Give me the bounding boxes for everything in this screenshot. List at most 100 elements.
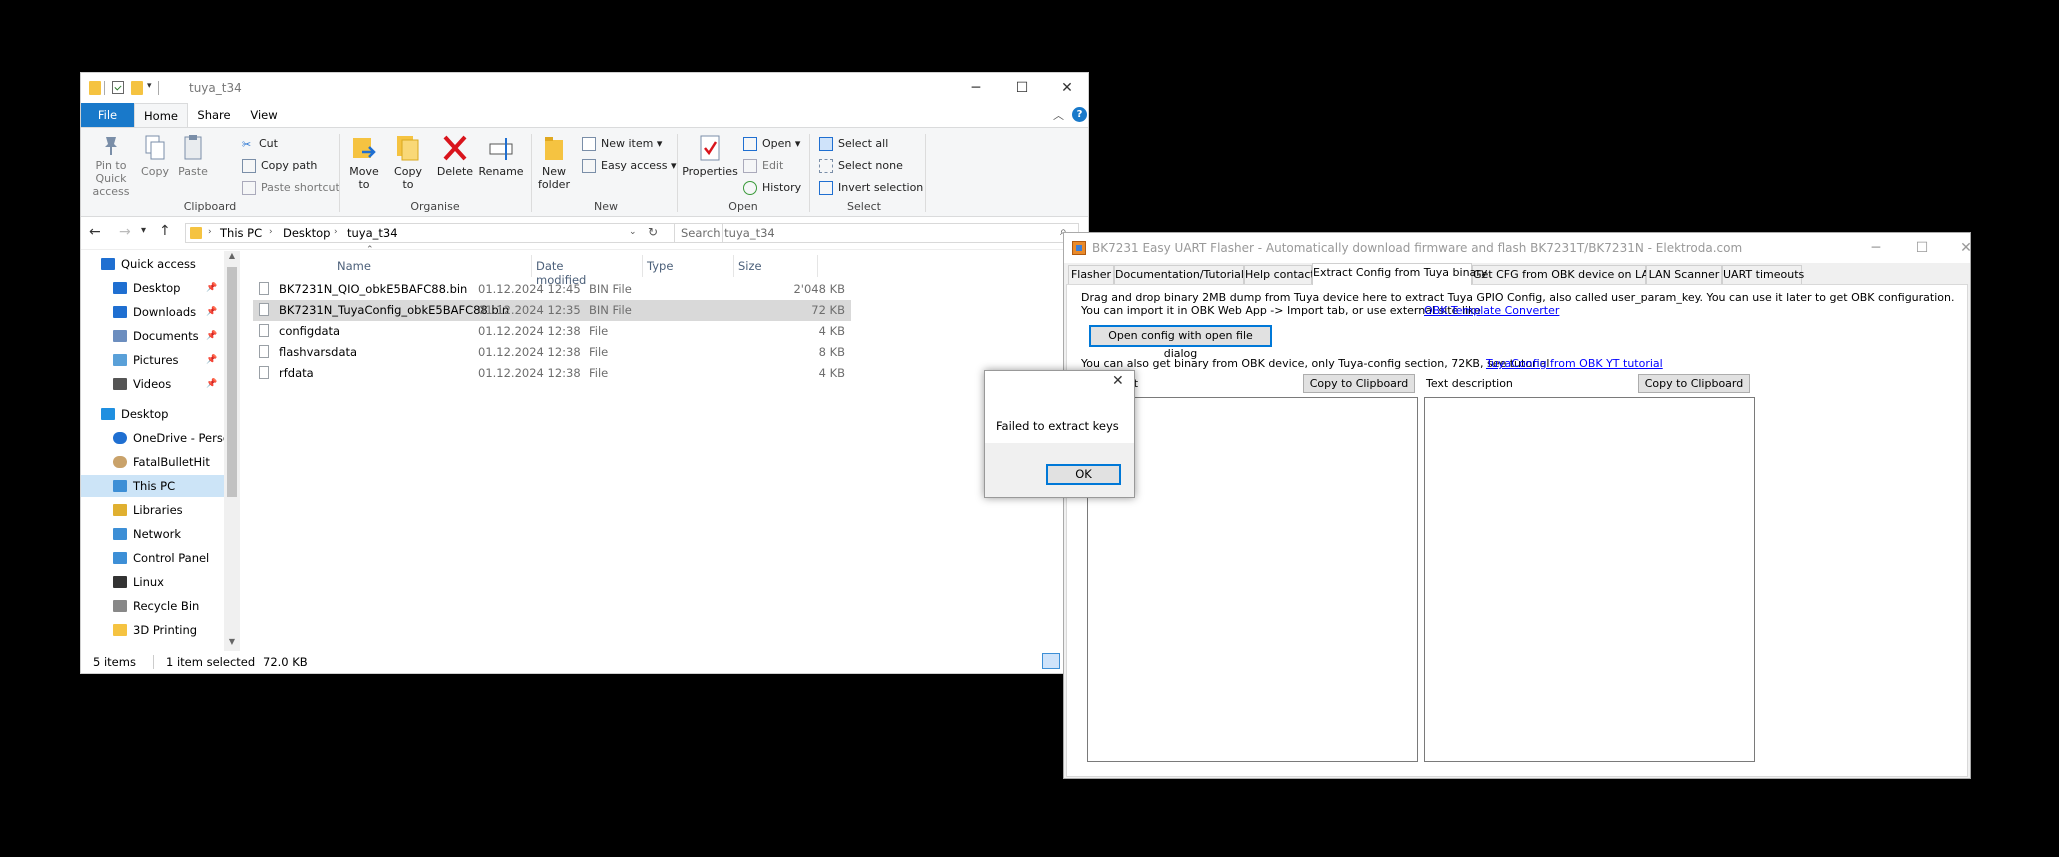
breadcrumb-desktop[interactable]: Desktop [283,226,330,240]
nav-item[interactable]: 3D Printing [81,619,236,641]
nav-scrollbar[interactable]: ▲ ▼ [224,251,240,651]
select-all-button[interactable]: Select all [819,137,888,151]
divider [104,81,105,95]
nav-item[interactable]: Desktop 📌 [81,277,236,299]
forward-icon[interactable]: → [119,224,131,240]
delete-button[interactable]: Delete [435,134,475,178]
chevron-down-icon[interactable]: ⌄ [629,227,637,237]
file-row[interactable]: flashvarsdata 01.12.2024 12:38 File 8 KB [253,342,851,363]
tab-documentation-tutorials[interactable]: Documentation/Tutorials [1114,265,1250,284]
scroll-down-icon[interactable]: ▼ [224,637,240,651]
maximize-icon[interactable]: ☐ [1899,233,1945,263]
nav-item[interactable]: Libraries [81,499,236,521]
move-to-button[interactable]: Move to [343,134,385,191]
close-icon[interactable]: ✕ [1943,233,1989,263]
nav-item[interactable]: Recycle Bin [81,595,236,617]
nav-item[interactable]: Downloads 📌 [81,301,236,323]
rename-button[interactable]: Rename [478,134,524,178]
properties-quick-icon[interactable] [112,81,124,94]
pin-to-quick-access-button[interactable]: Pin to Quick access [85,134,137,198]
column-type[interactable]: Type [647,259,673,273]
copy-to-button[interactable]: Copy to [387,134,429,191]
nav-item[interactable]: Linux [81,571,236,593]
tab-flasher[interactable]: Flasher [1068,265,1114,284]
copy-path-button[interactable]: Copy path [242,159,317,173]
tab-home[interactable]: Home [134,103,188,127]
paste-shortcut-button[interactable]: Paste shortcut [242,181,340,195]
cut-button[interactable]: ✂ Cut [242,137,278,151]
edit-button[interactable]: Edit [743,159,783,173]
file-row[interactable]: BK7231N_QIO_obkE5BAFC88.bin 01.12.2024 12… [253,279,851,300]
easy-access-button[interactable]: Easy access ▾ [582,159,677,173]
history-button[interactable]: History [743,181,801,195]
close-icon[interactable]: ✕ [1044,73,1090,103]
address-bar[interactable]: › This PC › Desktop › tuya_t34 ⌄ ↻ [185,223,723,243]
nav-item[interactable]: Quick access [81,253,236,275]
scroll-up-icon[interactable]: ▲ [224,251,240,265]
open-config-button[interactable]: Open config with open file dialog [1089,325,1272,360]
collapse-ribbon-icon[interactable]: ︿ [1053,107,1064,123]
tab-file[interactable]: File [81,103,134,127]
status-selected: 1 item selected [166,655,256,669]
back-icon[interactable]: ← [89,224,101,240]
tab-get-cfg-lan[interactable]: Get CFG from OBK device on LAN [1472,265,1657,284]
customize-quick-access-icon[interactable]: ▾ [147,81,152,91]
search-input[interactable]: Search tuya_t34 ⌕ [674,223,1079,243]
file-row[interactable]: rfdata 01.12.2024 12:38 File 4 KB [253,363,851,384]
navigation-pane: Quick access Desktop 📌 Downloads 📌 Documents 📌… [81,251,236,651]
nav-item[interactable]: This PC [81,475,236,497]
tab-share[interactable]: Share [189,103,239,127]
copy-left-button[interactable]: Copy to Clipboard [1303,374,1415,393]
copy-button[interactable]: Copy [137,134,173,178]
folder-icon [113,624,127,636]
open-button[interactable]: Open ▾ [743,137,800,151]
tuyaconfig-tutorial-link[interactable]: TuyaConfig from OBK YT tutorial [1486,357,1663,370]
help-icon[interactable]: ? [1072,107,1087,122]
file-row[interactable]: configdata 01.12.2024 12:38 File 4 KB [253,321,851,342]
copy-right-button[interactable]: Copy to Clipboard [1638,374,1750,393]
file-row[interactable]: BK7231N_TuyaConfig_obkE5BAFC88.bin 01.12.… [253,300,851,321]
instructions-line-3: You can also get binary from OBK device,… [1081,357,1550,370]
new-item-button[interactable]: New item ▾ [582,137,662,151]
copy-path-label: Copy path [261,159,318,172]
tab-view[interactable]: View [239,103,289,127]
nav-item-label: Desktop [121,407,169,421]
chevron-right-icon: › [208,227,212,237]
nav-item[interactable]: Desktop [81,403,236,425]
up-icon[interactable]: ↑ [159,223,171,239]
breadcrumb-this-pc[interactable]: This PC [220,226,262,240]
new-folder-quick-icon[interactable] [131,81,143,95]
minimize-icon[interactable]: ─ [1853,233,1899,263]
nav-item[interactable]: OneDrive - Perso [81,427,236,449]
obk-template-converter-link[interactable]: OBK Template Converter [1424,304,1559,317]
paste-button[interactable]: Paste [175,134,211,178]
nav-item[interactable]: Network [81,523,236,545]
refresh-icon[interactable]: ↻ [648,225,658,239]
column-size[interactable]: Size [738,259,762,273]
select-none-button[interactable]: Select none [819,159,903,173]
close-icon[interactable]: ✕ [1112,373,1124,389]
maximize-icon[interactable]: ☐ [999,73,1045,103]
text-description-textbox[interactable] [1424,397,1755,762]
nav-item[interactable]: FatalBulletHit [81,451,236,473]
new-folder-button[interactable]: New folder [533,134,575,191]
config-output-textbox[interactable] [1087,397,1418,762]
tab-lan-scanner[interactable]: LAN Scanner [1646,265,1722,284]
breadcrumb-tuya-t34[interactable]: tuya_t34 [347,226,398,240]
edit-label: Edit [762,159,784,172]
minimize-icon[interactable]: ─ [953,73,999,103]
column-name[interactable]: Name [337,259,371,273]
tab-extract-config[interactable]: Extract Config from Tuya binary [1312,263,1487,285]
tab-help-contact[interactable]: Help contact [1244,265,1315,284]
properties-button[interactable]: Properties [680,134,740,178]
details-view-icon[interactable] [1042,653,1060,669]
tab-uart-timeouts[interactable]: UART timeouts [1722,265,1804,284]
nav-item[interactable]: Control Panel [81,547,236,569]
nav-item[interactable]: Documents 📌 [81,325,236,347]
nav-item[interactable]: Pictures 📌 [81,349,236,371]
nav-item[interactable]: Videos 📌 [81,373,236,395]
scrollbar-thumb[interactable] [227,267,237,497]
invert-selection-button[interactable]: Invert selection [819,181,923,195]
ok-button[interactable]: OK [1046,464,1121,485]
recent-locations-icon[interactable]: ▾ [141,225,146,236]
